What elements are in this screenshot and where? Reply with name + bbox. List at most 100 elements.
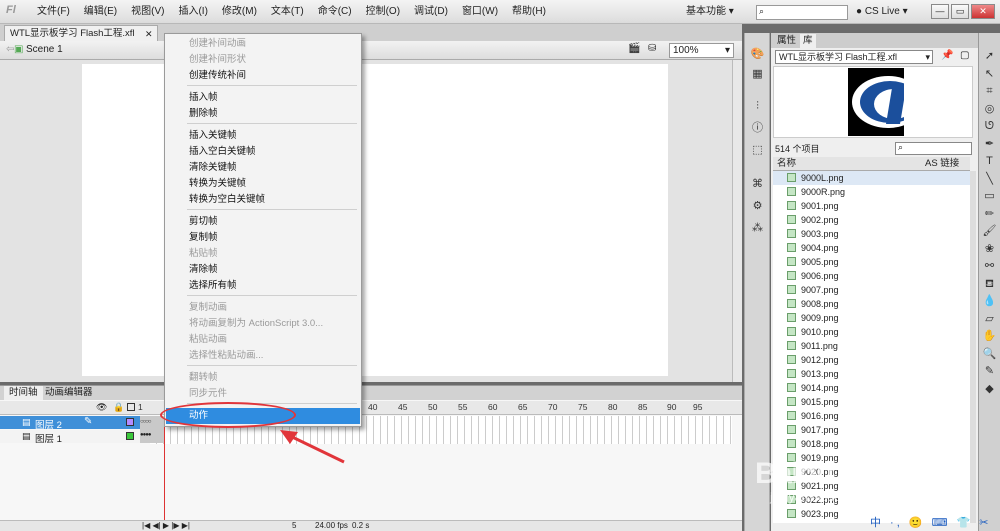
rectangle-tool-icon[interactable]: ▭ bbox=[982, 189, 997, 203]
stage-scrollbar[interactable] bbox=[732, 60, 742, 382]
menu-item-8[interactable]: 调试(D) bbox=[407, 0, 455, 24]
scene-label[interactable]: Scene 1 bbox=[26, 44, 63, 55]
subselection-tool-icon[interactable]: ↖ bbox=[982, 67, 997, 81]
eye-icon[interactable]: 👁 bbox=[96, 402, 107, 413]
swatches-icon[interactable]: ▦ bbox=[750, 67, 765, 81]
lasso-icon[interactable]: ᘎ bbox=[982, 119, 997, 133]
library-item[interactable]: 9012.png bbox=[773, 353, 970, 367]
document-tab[interactable]: WTL显示板学习 Flash工程.xfl ✕ bbox=[4, 25, 158, 41]
minimize-button[interactable]: — bbox=[931, 4, 949, 19]
menu-item-1[interactable]: 编辑(E) bbox=[77, 0, 124, 24]
motion-presets-icon[interactable]: ⁂ bbox=[750, 221, 765, 235]
eyedropper-icon[interactable]: 💧 bbox=[982, 294, 997, 308]
ime-toolbar[interactable]: 中 ·, 🙂 ⌨ 👕 ✂ bbox=[870, 514, 992, 530]
line-tool-icon[interactable]: ╲ bbox=[982, 172, 997, 186]
selection-tool-icon[interactable]: ➚ bbox=[982, 49, 997, 63]
context-menu-item[interactable]: 剪切帧 bbox=[189, 215, 218, 229]
code-snippets-icon[interactable]: ⌘ bbox=[750, 177, 765, 191]
library-item[interactable]: 9016.png bbox=[773, 409, 970, 423]
edit-symbol-icon[interactable]: ⛁ bbox=[648, 43, 656, 54]
cs-live-button[interactable]: ● CS Live ▾ bbox=[856, 0, 908, 24]
new-library-icon[interactable]: ▢ bbox=[960, 50, 969, 61]
context-menu-item[interactable]: 插入空白关键帧 bbox=[189, 145, 256, 159]
library-item[interactable]: 9010.png bbox=[773, 325, 970, 339]
menu-item-5[interactable]: 文本(T) bbox=[264, 0, 311, 24]
zoom-icon[interactable]: 🔍 bbox=[982, 347, 997, 361]
library-item[interactable]: 9017.png bbox=[773, 423, 970, 437]
context-menu-item[interactable]: 清除关键帧 bbox=[189, 161, 237, 175]
menu-item-4[interactable]: 修改(M) bbox=[215, 0, 264, 24]
menu-item-10[interactable]: 帮助(H) bbox=[505, 0, 553, 24]
library-item[interactable]: 9005.png bbox=[773, 255, 970, 269]
menu-item-2[interactable]: 视图(V) bbox=[124, 0, 171, 24]
close-window-button[interactable]: ✕ bbox=[971, 4, 995, 19]
library-item[interactable]: 9008.png bbox=[773, 297, 970, 311]
context-menu-item[interactable]: 创建传统补间 bbox=[189, 69, 246, 83]
eraser-icon[interactable]: ▱ bbox=[982, 312, 997, 326]
align-icon[interactable]: ⫶ bbox=[750, 99, 765, 113]
library-item[interactable]: 9007.png bbox=[773, 283, 970, 297]
library-item[interactable]: 9003.png bbox=[773, 227, 970, 241]
text-tool-icon[interactable]: T bbox=[982, 154, 997, 168]
paint-bucket-icon[interactable]: ⛾ bbox=[982, 277, 997, 291]
fill-color-icon[interactable]: ◆ bbox=[982, 382, 997, 396]
hand-icon[interactable]: ✋ bbox=[982, 329, 997, 343]
library-item[interactable]: 9006.png bbox=[773, 269, 970, 283]
3d-rotation-icon[interactable]: ◎ bbox=[982, 102, 997, 116]
zoom-select[interactable]: 100% ▾ bbox=[669, 43, 734, 58]
context-menu-item[interactable]: 插入帧 bbox=[189, 91, 218, 105]
pin-icon[interactable]: 📌 bbox=[941, 50, 953, 61]
tab-library[interactable]: 库 bbox=[800, 34, 816, 48]
edit-scene-icon[interactable]: 🎬 bbox=[628, 43, 640, 54]
library-scrollbar[interactable] bbox=[970, 171, 976, 523]
menu-item-6[interactable]: 命令(C) bbox=[311, 0, 359, 24]
deco-icon[interactable]: ❀ bbox=[982, 242, 997, 256]
tab-properties[interactable]: 属性 bbox=[774, 34, 799, 48]
library-search-input[interactable]: ⌕ bbox=[895, 142, 972, 155]
context-menu-item[interactable]: 删除帧 bbox=[189, 107, 218, 121]
transform-icon[interactable]: ⬚ bbox=[750, 143, 765, 157]
context-menu-item[interactable]: 转换为关键帧 bbox=[189, 177, 246, 191]
tab-motion-editor[interactable]: 动画编辑器 bbox=[40, 386, 98, 400]
menu-item-7[interactable]: 控制(O) bbox=[359, 0, 407, 24]
close-tab-icon[interactable]: ✕ bbox=[145, 27, 153, 42]
pen-icon[interactable]: ✒ bbox=[982, 137, 997, 151]
library-item[interactable]: 9015.png bbox=[773, 395, 970, 409]
workspace-switcher[interactable]: 基本功能 ▾ bbox=[686, 0, 734, 24]
context-menu-item[interactable]: 插入关键帧 bbox=[189, 129, 237, 143]
context-menu-item[interactable]: 清除帧 bbox=[189, 263, 218, 277]
library-item[interactable]: 9009.png bbox=[773, 311, 970, 325]
bone-icon[interactable]: ⚯ bbox=[982, 259, 997, 273]
maximize-button[interactable]: ▭ bbox=[951, 4, 969, 19]
library-item[interactable]: 9011.png bbox=[773, 339, 970, 353]
info-icon[interactable]: ⓘ bbox=[750, 121, 765, 135]
library-item[interactable]: 9014.png bbox=[773, 381, 970, 395]
outline-icon[interactable] bbox=[127, 403, 135, 411]
library-item[interactable]: 9004.png bbox=[773, 241, 970, 255]
column-as-linkage[interactable]: AS 链接 bbox=[925, 157, 959, 171]
context-menu-item[interactable]: 选择所有帧 bbox=[189, 279, 237, 293]
context-menu-item[interactable]: 转换为空白关键帧 bbox=[189, 193, 265, 207]
color-panel-icon[interactable]: 🎨 bbox=[750, 47, 765, 61]
brush-icon[interactable]: 🖌 bbox=[982, 224, 997, 238]
help-search-input[interactable]: ⌕ bbox=[756, 5, 848, 20]
column-name[interactable]: 名称 bbox=[777, 157, 796, 171]
menu-item-9[interactable]: 窗口(W) bbox=[455, 0, 505, 24]
context-menu-item[interactable]: 复制帧 bbox=[189, 231, 218, 245]
stroke-color-icon[interactable]: ✎ bbox=[982, 364, 997, 378]
free-transform-icon[interactable]: ⌗ bbox=[982, 84, 997, 98]
components-icon[interactable]: ⚙ bbox=[750, 199, 765, 213]
keyframes[interactable]: ○○○○ ●●●● bbox=[140, 416, 164, 443]
library-item[interactable]: 9001.png bbox=[773, 199, 970, 213]
playhead[interactable] bbox=[164, 415, 165, 529]
pencil-icon[interactable]: ✏ bbox=[982, 207, 997, 221]
menu-item-3[interactable]: 插入(I) bbox=[171, 0, 214, 24]
library-item[interactable]: 9000R.png bbox=[773, 185, 970, 199]
library-item[interactable]: 9002.png bbox=[773, 213, 970, 227]
library-item[interactable]: 9000L.png bbox=[773, 171, 970, 185]
menu-item-0[interactable]: 文件(F) bbox=[30, 0, 77, 24]
tab-timeline[interactable]: 时间轴 bbox=[4, 386, 43, 400]
playback-controls[interactable]: |◀ ◀| ▶ |▶ ▶| bbox=[142, 521, 190, 531]
library-document-select[interactable]: WTL显示板学习 Flash工程.xfl ▾ bbox=[775, 50, 933, 64]
lock-icon[interactable]: 🔒 bbox=[113, 402, 124, 413]
